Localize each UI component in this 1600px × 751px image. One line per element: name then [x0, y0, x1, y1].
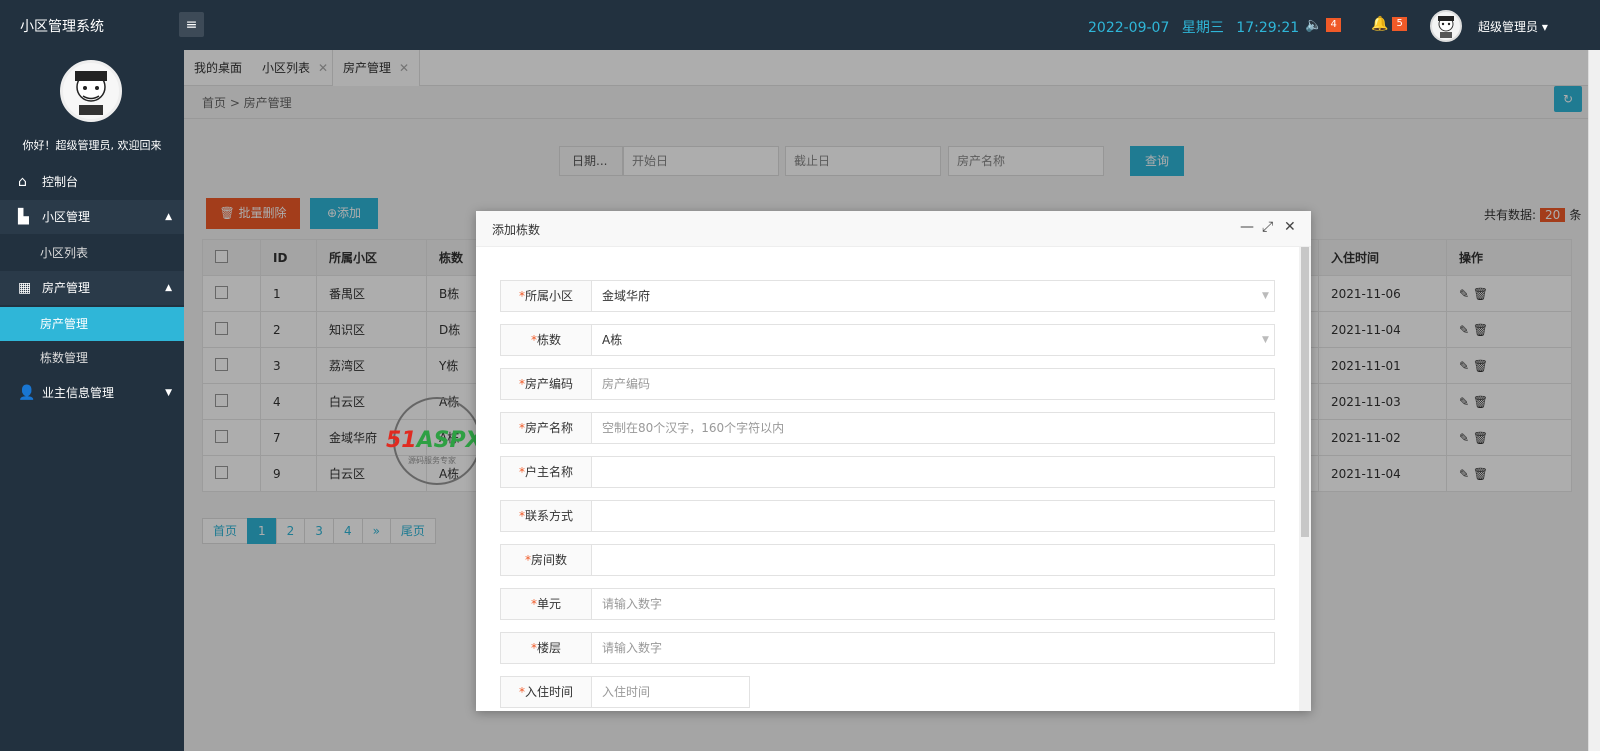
field-label: *入住时间: [500, 676, 592, 708]
field-rooms: *房间数: [500, 544, 1275, 576]
user-menu[interactable]: 超级管理员 ▾: [1478, 18, 1548, 35]
sidebar-item-label: 房产管理: [40, 317, 89, 331]
app-title: 小区管理系统: [20, 19, 104, 35]
sidebar-item-label: 控制台: [42, 175, 79, 189]
field-label: *所属小区: [500, 280, 592, 312]
floor-input[interactable]: 请输入数字: [592, 632, 1275, 664]
dialog-scrollbar[interactable]: [1299, 247, 1311, 711]
sidebar: 你好！超级管理员, 欢迎回来 ⌂ 控制台 ▙ 小区管理 ▲ 小区列表 ▦ 房产管…: [0, 50, 184, 751]
hamburger-icon: ≡: [185, 16, 198, 33]
speaker-icon: 🔈: [1305, 17, 1323, 33]
scrollbar-thumb[interactable]: [1301, 247, 1309, 537]
top-bar: 小区管理系统 ≡ 2022-09-07 星期三 17:29:21 🔈 4 🔔 5 超…: [0, 0, 1600, 50]
property-name-field[interactable]: 空制在80个汉字，160个字符以内: [592, 412, 1275, 444]
weekday-text: 星期三: [1181, 20, 1224, 36]
field-community: *所属小区 金域华府 ▼: [500, 280, 1275, 312]
field-property-name: *房产名称 空制在80个汉字，160个字符以内: [500, 412, 1275, 444]
community-select[interactable]: 金域华府: [592, 280, 1275, 312]
field-property-code: *房产编码 房产编码: [500, 368, 1275, 400]
welcome-text: 你好！超级管理员, 欢迎回来: [22, 139, 162, 152]
time-text: 17:29:21: [1236, 20, 1300, 36]
field-label: *单元: [500, 588, 592, 620]
watermark-green: ASPX: [416, 428, 483, 453]
date-text: 2022-09-07: [1088, 20, 1170, 36]
sidebar-item-property-manage[interactable]: 房产管理: [0, 307, 184, 341]
close-icon[interactable]: ✕: [1284, 219, 1296, 235]
field-label: *栋数: [500, 324, 592, 356]
owner-name-input[interactable]: [592, 456, 1275, 488]
chevron-down-icon: ▼: [1262, 291, 1269, 301]
sidebar-item-label: 小区管理: [42, 210, 91, 224]
field-owner-name: *户主名称: [500, 456, 1275, 488]
clock: 2022-09-07 星期三 17:29:21: [1088, 17, 1307, 37]
watermark-red: 51: [386, 428, 417, 453]
bell-icon: 🔔: [1371, 16, 1389, 32]
minimize-icon[interactable]: —: [1240, 219, 1254, 235]
building-icon: ▙: [18, 209, 29, 225]
sidebar-item-label: 栋数管理: [40, 351, 89, 365]
field-unit: *单元 请输入数字: [500, 588, 1275, 620]
home-icon: ⌂: [18, 174, 27, 190]
field-label: *房产名称: [500, 412, 592, 444]
field-label: *联系方式: [500, 500, 592, 532]
property-code-input[interactable]: 房产编码: [592, 368, 1275, 400]
field-label: *户主名称: [500, 456, 592, 488]
page-scrollbar[interactable]: [1588, 50, 1600, 751]
field-checkin-date: *入住时间 入住时间: [500, 676, 750, 708]
field-floor: *楼层 请输入数字: [500, 632, 1275, 664]
caret-up-icon: ▲: [165, 283, 172, 293]
caret-up-icon: ▲: [165, 212, 172, 222]
sidebar-avatar: [60, 60, 122, 122]
field-label: *房产编码: [500, 368, 592, 400]
field-label: *房间数: [500, 544, 592, 576]
watermark-logo: 51ASPX: [386, 428, 483, 453]
chevron-down-icon: ▼: [1262, 335, 1269, 345]
add-building-dialog: 添加栋数 — ⤢ ✕ *所属小区 金域华府 ▼ *栋数 A栋 ▼ *房产编码 房…: [476, 211, 1311, 711]
caret-down-icon: ▼: [165, 388, 172, 398]
sidebar-item-property[interactable]: ▦ 房产管理 ▲: [0, 271, 184, 305]
building-select[interactable]: A栋: [592, 324, 1275, 356]
field-contact: *联系方式: [500, 500, 1275, 532]
rooms-input[interactable]: [592, 544, 1275, 576]
maximize-icon[interactable]: ⤢: [1262, 219, 1273, 235]
sound-badge: 4: [1326, 18, 1341, 32]
unit-input[interactable]: 请输入数字: [592, 588, 1275, 620]
sidebar-item-label: 房产管理: [42, 281, 91, 295]
contact-input[interactable]: [592, 500, 1275, 532]
user-icon: 👤: [18, 385, 36, 401]
sidebar-item-community[interactable]: ▙ 小区管理 ▲: [0, 200, 184, 234]
bell-badge: 5: [1392, 17, 1407, 31]
dialog-header: 添加栋数 — ⤢ ✕: [476, 211, 1311, 247]
checkin-date-input[interactable]: 入住时间: [592, 676, 750, 708]
sidebar-item-label: 业主信息管理: [42, 386, 115, 400]
sidebar-item-owner-info[interactable]: 👤 业主信息管理 ▼: [0, 376, 184, 410]
field-label: *楼层: [500, 632, 592, 664]
notification-button[interactable]: 🔔 5: [1371, 16, 1407, 32]
watermark-subtitle: 源码服务专家: [408, 456, 456, 465]
sidebar-item-dashboard[interactable]: ⌂ 控制台: [0, 165, 184, 199]
sidebar-item-building-manage[interactable]: 栋数管理: [0, 341, 184, 375]
dialog-title: 添加栋数: [492, 223, 541, 237]
menu-toggle-button[interactable]: ≡: [179, 12, 204, 37]
office-icon: ▦: [18, 280, 32, 296]
sidebar-item-label: 小区列表: [40, 246, 89, 260]
avatar[interactable]: [1430, 10, 1462, 42]
field-building: *栋数 A栋 ▼: [500, 324, 1275, 356]
sound-button[interactable]: 🔈 4: [1305, 17, 1341, 33]
sidebar-item-community-list[interactable]: 小区列表: [0, 236, 184, 270]
